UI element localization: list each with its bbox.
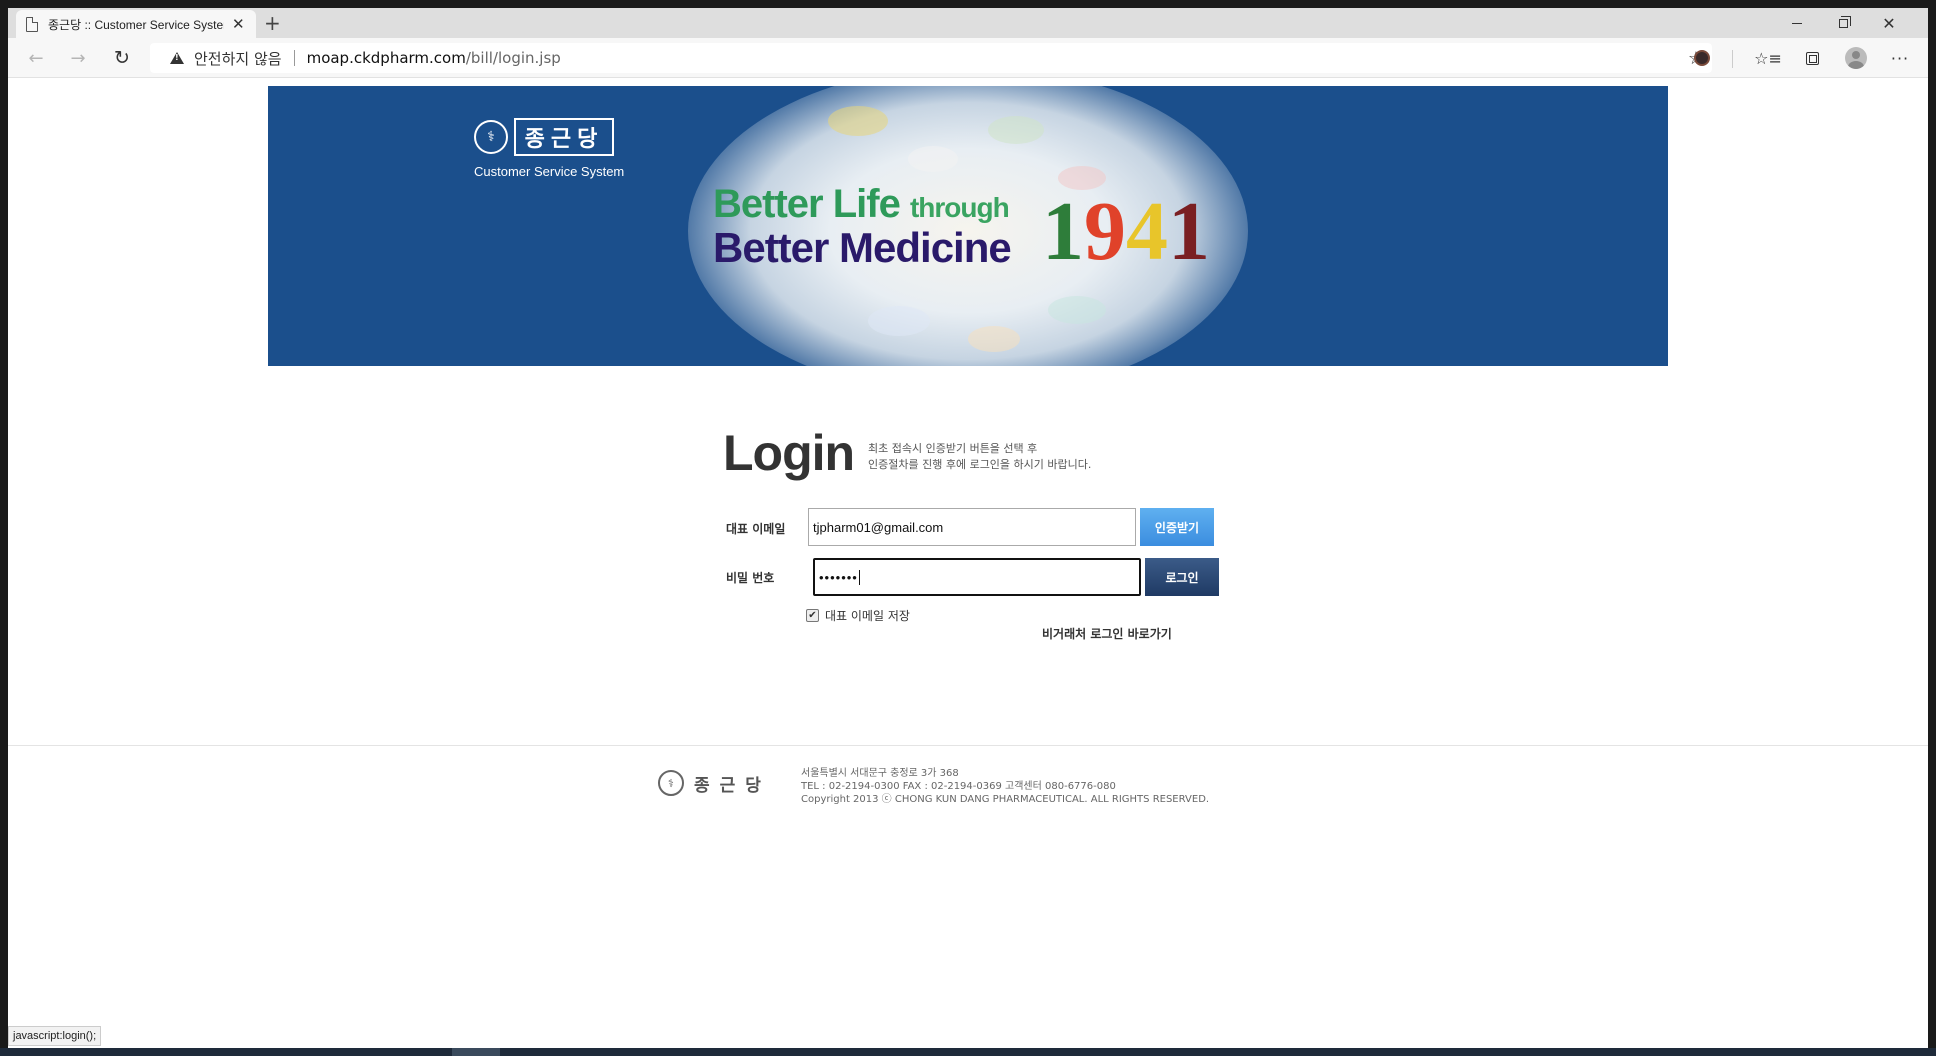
footer-contact: TEL : 02-2194-0300 FAX : 02-2194-0369 고객… <box>801 781 1116 792</box>
pill-image <box>968 326 1020 352</box>
toolbar-divider <box>1732 50 1733 68</box>
address-separator <box>293 50 295 66</box>
warning-icon <box>170 52 184 64</box>
pill-image <box>908 146 958 172</box>
url-path: /bill/login.jsp <box>465 49 561 67</box>
year-digit: 1 <box>1168 185 1210 278</box>
screen: 종근당 :: Customer Service System ✕ + ✕ ← →… <box>0 0 1936 1056</box>
save-email-label[interactable]: 대표 이메일 저장 <box>825 607 910 624</box>
login-title: Login <box>723 425 855 481</box>
slogan-line1: Better Life through <box>713 182 1010 227</box>
restore-icon <box>1838 15 1851 28</box>
collections-icon[interactable] <box>1800 46 1824 70</box>
taskbar <box>0 1048 1936 1056</box>
save-email-row: ✔ 대표 이메일 저장 <box>806 607 910 624</box>
taskbar-item[interactable] <box>452 1048 500 1056</box>
login-desc-line2: 인증절차를 진행 후에 로그인을 하시기 바랍니다. <box>868 458 1092 471</box>
reload-icon[interactable]: ↻ <box>108 44 136 72</box>
security-label[interactable]: 안전하지 않음 <box>194 48 282 69</box>
page-content: ⚕ 종근당 Customer Service System Better Lif… <box>8 79 1928 1048</box>
pill-image <box>868 306 930 336</box>
restore-button[interactable] <box>1820 8 1866 38</box>
company-logo[interactable]: ⚕ 종근당 <box>474 118 614 156</box>
close-window-button[interactable]: ✕ <box>1866 8 1912 38</box>
extension-icon[interactable] <box>1690 46 1714 70</box>
tab-strip: 종근당 :: Customer Service System ✕ + ✕ <box>8 8 1928 38</box>
password-field[interactable]: ••••••• <box>813 558 1141 596</box>
forward-icon[interactable]: → <box>64 44 92 72</box>
year-digit: 9 <box>1084 185 1126 278</box>
status-url-tooltip: javascript:login(); <box>8 1026 102 1046</box>
password-value: ••••••• <box>819 569 858 585</box>
year-digit: 4 <box>1126 185 1168 278</box>
slogan-through: through <box>909 192 1010 223</box>
slogan-line2: Better Medicine <box>713 224 1012 271</box>
save-email-checkbox[interactable]: ✔ <box>806 609 819 622</box>
footer-info: 서울특별시 서대문구 충정로 3가 368 TEL : 02-2194-0300… <box>801 767 1209 806</box>
seal-icon: ⚕ <box>474 120 508 154</box>
pill-image <box>828 106 888 136</box>
url-host: moap.ckdpharm.com <box>306 49 466 67</box>
login-desc-line1: 최초 접속시 인증받기 버튼을 선택 후 <box>868 442 1038 455</box>
page-icon <box>26 16 38 32</box>
login-button[interactable]: 로그인 <box>1145 558 1219 596</box>
favorites-icon[interactable]: ☆≡ <box>1754 46 1782 70</box>
pill-image <box>1048 296 1106 324</box>
extension-avatar <box>1694 50 1710 66</box>
footer-seal-icon: ⚕ <box>658 770 684 796</box>
collections-glyph <box>1805 51 1819 65</box>
hero-banner: ⚕ 종근당 Customer Service System Better Lif… <box>268 86 1668 366</box>
footer-logo: ⚕ 종근당 <box>658 770 771 796</box>
year-1941: 1 9 4 1 <box>1042 190 1210 274</box>
more-icon[interactable]: ··· <box>1888 46 1912 70</box>
certify-button[interactable]: 인증받기 <box>1140 508 1214 546</box>
browser-window: 종근당 :: Customer Service System ✕ + ✕ ← →… <box>8 8 1928 1048</box>
back-icon[interactable]: ← <box>22 44 50 72</box>
year-digit: 1 <box>1042 185 1084 278</box>
address-bar[interactable]: 안전하지 않음 moap.ckdpharm.com/bill/login.jsp… <box>150 43 1712 73</box>
email-label: 대표 이메일 <box>726 522 786 536</box>
footer-divider <box>8 745 1928 746</box>
profile-icon[interactable] <box>1844 46 1868 70</box>
login-description: 최초 접속시 인증받기 버튼을 선택 후 인증절차를 진행 후에 로그인을 하시… <box>868 441 1091 473</box>
text-caret <box>858 569 860 585</box>
footer-copyright: Copyright 2013 ⓒ CHONG KUN DANG PHARMACE… <box>801 794 1210 805</box>
logo-subtitle: Customer Service System <box>474 164 625 179</box>
email-field[interactable]: tjpharm01@gmail.com <box>808 508 1136 546</box>
pill-image <box>988 116 1044 144</box>
profile-avatar <box>1845 47 1867 69</box>
browser-toolbar: ← → ↻ 안전하지 않음 moap.ckdpharm.com/bill/log… <box>8 38 1928 78</box>
nontrade-login-link[interactable]: 비거래처 로그인 바로가기 <box>1042 625 1172 642</box>
logo-name: 종근당 <box>514 118 614 156</box>
footer-address: 서울특별시 서대문구 충정로 3가 368 <box>801 768 959 779</box>
new-tab-button[interactable]: + <box>264 12 281 34</box>
minimize-button[interactable] <box>1774 8 1820 38</box>
tab-close-icon[interactable]: ✕ <box>232 16 245 32</box>
slogan-better-life: Better Life <box>713 182 901 226</box>
tab-active[interactable]: 종근당 :: Customer Service System ✕ <box>16 10 256 38</box>
password-label: 비밀 번호 <box>726 571 775 585</box>
footer-logo-name: 종근당 <box>694 775 771 796</box>
tab-title: 종근당 :: Customer Service System <box>48 17 224 32</box>
